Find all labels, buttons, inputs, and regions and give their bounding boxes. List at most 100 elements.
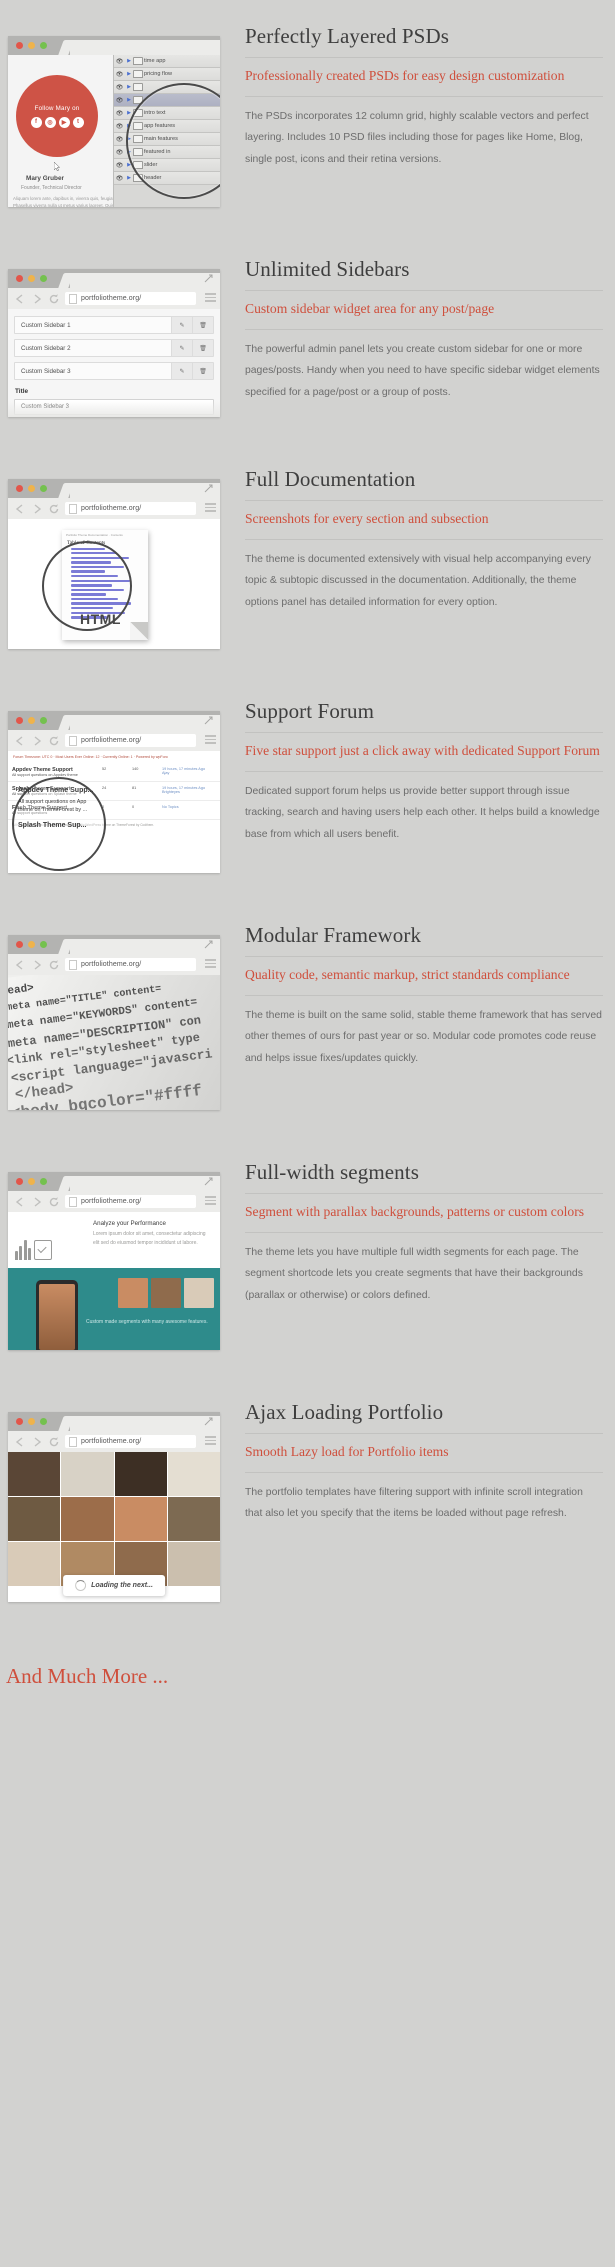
window-controls[interactable]: [16, 941, 47, 948]
psd-layer-row[interactable]: 👁 ▶: [114, 81, 220, 94]
close-dot-icon[interactable]: [16, 42, 23, 49]
portfolio-tile[interactable]: [167, 1542, 220, 1586]
portfolio-tile[interactable]: [8, 1542, 61, 1586]
browser-tab[interactable]: [70, 483, 220, 498]
maximize-dot-icon[interactable]: [40, 1418, 47, 1425]
sidebar-row[interactable]: Custom Sidebar 3 ✎ 🗑: [14, 362, 214, 380]
forward-arrow-icon[interactable]: [31, 503, 43, 515]
close-dot-icon[interactable]: [16, 485, 23, 492]
maximize-dot-icon[interactable]: [40, 717, 47, 724]
window-controls[interactable]: [16, 42, 47, 49]
minimize-dot-icon[interactable]: [28, 717, 35, 724]
expand-icon[interactable]: [204, 484, 213, 493]
address-bar[interactable]: portfoliotheme.org/: [65, 292, 196, 305]
portfolio-tile[interactable]: [167, 1497, 220, 1541]
reload-icon[interactable]: [48, 503, 60, 515]
facebook-icon[interactable]: f: [30, 116, 42, 128]
reload-icon[interactable]: [48, 293, 60, 305]
eye-icon[interactable]: 👁: [114, 110, 125, 117]
reload-icon[interactable]: [48, 735, 60, 747]
expand-icon[interactable]: [204, 940, 213, 949]
disclosure-triangle-icon[interactable]: ▶: [125, 175, 133, 181]
psd-layer-row[interactable]: 👁 ▶ slider: [114, 159, 220, 172]
close-dot-icon[interactable]: [16, 717, 23, 724]
minimize-dot-icon[interactable]: [28, 1178, 35, 1185]
address-bar[interactable]: portfoliotheme.org/: [65, 1435, 196, 1448]
youtube-icon[interactable]: ▶: [58, 116, 70, 128]
minimize-dot-icon[interactable]: [28, 275, 35, 282]
psd-layer-row[interactable]: 👁 ▶ featured in: [114, 146, 220, 159]
browser-tab[interactable]: [70, 1416, 220, 1431]
eye-icon[interactable]: 👁: [114, 136, 125, 143]
back-arrow-icon[interactable]: [14, 293, 26, 305]
portfolio-tile[interactable]: [114, 1452, 167, 1496]
forward-arrow-icon[interactable]: [31, 1196, 43, 1208]
close-dot-icon[interactable]: [16, 1178, 23, 1185]
maximize-dot-icon[interactable]: [40, 485, 47, 492]
psd-layer-row[interactable]: 👁 ▶ header: [114, 172, 220, 185]
disclosure-triangle-icon[interactable]: ▶: [125, 71, 133, 77]
forum-row[interactable]: Appdev Theme Support All support question…: [8, 763, 220, 783]
window-controls[interactable]: [16, 717, 47, 724]
disclosure-triangle-icon[interactable]: ▶: [125, 58, 133, 64]
forward-arrow-icon[interactable]: [31, 1436, 43, 1448]
eye-icon[interactable]: 👁: [114, 123, 125, 130]
disclosure-triangle-icon[interactable]: ▶: [125, 162, 133, 168]
browser-tab[interactable]: [70, 273, 220, 288]
maximize-dot-icon[interactable]: [40, 1178, 47, 1185]
window-controls[interactable]: [16, 1178, 47, 1185]
expand-icon[interactable]: [204, 1177, 213, 1186]
pencil-icon[interactable]: ✎: [171, 317, 192, 333]
row-actions[interactable]: ✎ 🗑: [171, 317, 213, 333]
eye-icon[interactable]: 👁: [114, 58, 125, 65]
psd-layer-row[interactable]: 👁 ▶ time app: [114, 55, 220, 68]
close-dot-icon[interactable]: [16, 941, 23, 948]
portfolio-tile[interactable]: [61, 1452, 114, 1496]
disclosure-triangle-icon[interactable]: ▶: [125, 136, 133, 142]
disclosure-triangle-icon[interactable]: ▶: [125, 97, 133, 103]
eye-icon[interactable]: 👁: [114, 175, 125, 182]
address-bar[interactable]: portfoliotheme.org/: [65, 958, 196, 971]
portfolio-tile[interactable]: [61, 1497, 114, 1541]
eye-icon[interactable]: 👁: [114, 71, 125, 78]
forward-arrow-icon[interactable]: [31, 959, 43, 971]
trash-icon[interactable]: 🗑: [192, 363, 213, 379]
social-icons[interactable]: f ◎ ▶ t: [30, 116, 84, 128]
hamburger-menu-icon[interactable]: [205, 293, 216, 302]
address-bar[interactable]: portfoliotheme.org/: [65, 1195, 196, 1208]
portfolio-tile[interactable]: [8, 1452, 61, 1496]
expand-icon[interactable]: [204, 274, 213, 283]
disclosure-triangle-icon[interactable]: ▶: [125, 149, 133, 155]
psd-layer-row[interactable]: 👁 ▶ app features: [114, 120, 220, 133]
window-controls[interactable]: [16, 275, 47, 282]
hamburger-menu-icon[interactable]: [205, 735, 216, 744]
reload-icon[interactable]: [48, 1436, 60, 1448]
back-arrow-icon[interactable]: [14, 1196, 26, 1208]
disclosure-triangle-icon[interactable]: ▶: [125, 123, 133, 129]
back-arrow-icon[interactable]: [14, 959, 26, 971]
hamburger-menu-icon[interactable]: [205, 959, 216, 968]
back-arrow-icon[interactable]: [14, 1436, 26, 1448]
psd-layer-row[interactable]: 👁 ▶ intro text: [114, 107, 220, 120]
maximize-dot-icon[interactable]: [40, 42, 47, 49]
sidebar-row[interactable]: Custom Sidebar 1 ✎ 🗑: [14, 316, 214, 334]
address-bar[interactable]: portfoliotheme.org/: [65, 734, 196, 747]
row-actions[interactable]: ✎ 🗑: [171, 340, 213, 356]
browser-tab[interactable]: [70, 40, 220, 55]
disclosure-triangle-icon[interactable]: ▶: [125, 110, 133, 116]
trash-icon[interactable]: 🗑: [192, 340, 213, 356]
dribbble-icon[interactable]: ◎: [44, 116, 56, 128]
twitter-icon[interactable]: t: [72, 116, 84, 128]
psd-layer-row[interactable]: 👁 ▶: [114, 94, 220, 107]
portfolio-tile[interactable]: [8, 1497, 61, 1541]
hamburger-menu-icon[interactable]: [205, 1436, 216, 1445]
eye-icon[interactable]: 👁: [114, 84, 125, 91]
row-actions[interactable]: ✎ 🗑: [171, 363, 213, 379]
forward-arrow-icon[interactable]: [31, 293, 43, 305]
forward-arrow-icon[interactable]: [31, 735, 43, 747]
portfolio-grid[interactable]: [8, 1452, 220, 1586]
address-bar[interactable]: portfoliotheme.org/: [65, 502, 196, 515]
back-arrow-icon[interactable]: [14, 503, 26, 515]
eye-icon[interactable]: 👁: [114, 97, 125, 104]
hamburger-menu-icon[interactable]: [205, 1196, 216, 1205]
